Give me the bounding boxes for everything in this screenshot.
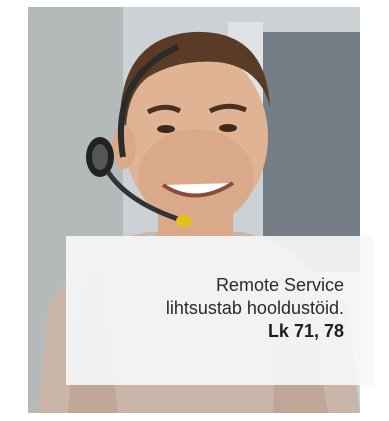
- caption-text: Remote Service lihtsustab hooldustöid. L…: [166, 274, 344, 343]
- headset-mic-tip: [176, 215, 192, 227]
- caption-page-reference: Lk 71, 78: [267, 321, 344, 341]
- caption-panel: Remote Service lihtsustab hooldustöid. L…: [66, 236, 374, 385]
- caption-line-1: Remote Service: [215, 275, 344, 295]
- caption-line-2: lihtsustab hooldustöid.: [165, 298, 344, 318]
